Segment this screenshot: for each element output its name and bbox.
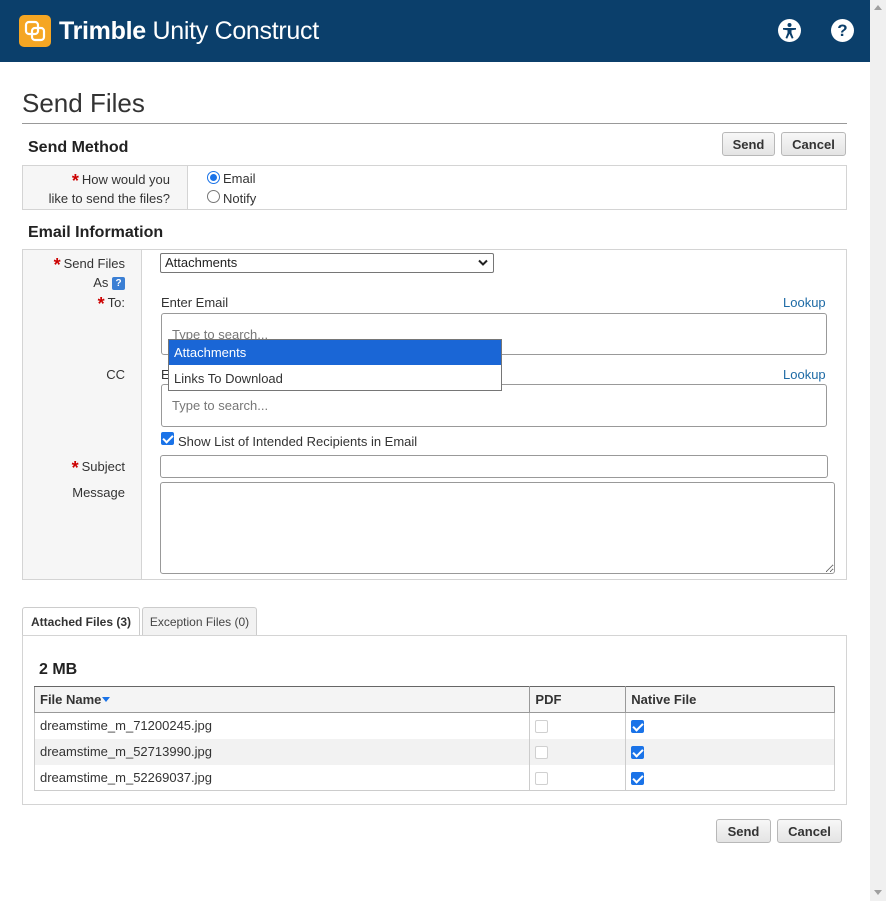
- file-name-cell: dreamstime_m_71200245.jpg: [33, 712, 531, 739]
- table-row: dreamstime_m_52269037.jpg: [33, 764, 835, 791]
- dropdown-option-attachments[interactable]: Attachments: [169, 340, 501, 365]
- show-recipients-checkbox[interactable]: [161, 432, 174, 445]
- info-help-icon[interactable]: ?: [112, 277, 125, 290]
- show-recipients-label[interactable]: Show List of Intended Recipients in Emai…: [178, 434, 417, 449]
- cancel-button-bottom[interactable]: Cancel: [777, 819, 842, 843]
- cancel-button-top[interactable]: Cancel: [781, 132, 846, 156]
- native-cell: [625, 738, 835, 765]
- to-label: * To:: [97, 294, 125, 314]
- message-textarea[interactable]: [160, 482, 835, 574]
- scroll-up-icon[interactable]: [874, 5, 882, 10]
- required-icon: *: [71, 458, 79, 478]
- send-button-top[interactable]: Send: [722, 132, 775, 156]
- column-header-file-name[interactable]: File Name: [33, 686, 531, 713]
- total-size: 2 MB: [39, 661, 78, 678]
- files-table: File Name PDF Native File dreamstime_m_7…: [33, 686, 835, 791]
- dropdown-option-links-to-download[interactable]: Links To Download: [169, 366, 501, 391]
- send-files-as-dropdown[interactable]: Attachments Links To Download: [168, 339, 502, 391]
- send-method-panel: * How would you like to send the files? Em…: [22, 165, 847, 210]
- native-cell: [625, 712, 835, 739]
- column-header-pdf: PDF: [529, 686, 627, 713]
- pdf-checkbox: [535, 746, 549, 760]
- title-divider: [22, 123, 847, 124]
- tab-exception-files[interactable]: Exception Files (0): [142, 607, 257, 635]
- send-files-as-label: * Send Files As ?: [53, 255, 125, 290]
- brand-title: Trimble Unity Construct: [59, 17, 319, 45]
- to-field-label: Enter Email: [161, 295, 229, 310]
- native-cell: [625, 764, 835, 791]
- send-files-as-value: Attachments: [165, 255, 238, 270]
- to-lookup-link[interactable]: Lookup: [783, 295, 826, 310]
- pdf-cell: [529, 738, 627, 765]
- table-row: dreamstime_m_71200245.jpg: [33, 712, 835, 739]
- pdf-checkbox: [535, 771, 549, 785]
- notify-radio[interactable]: [207, 190, 220, 203]
- vertical-scrollbar[interactable]: [870, 0, 886, 901]
- notify-radio-label[interactable]: Notify: [223, 191, 256, 206]
- scroll-down-icon[interactable]: [874, 890, 882, 895]
- send-button-bottom[interactable]: Send: [716, 819, 771, 843]
- required-icon: *: [53, 255, 61, 275]
- email-information-title: Email Information: [28, 224, 164, 241]
- required-icon: *: [97, 294, 105, 314]
- cc-label: CC: [106, 367, 125, 382]
- email-radio[interactable]: [207, 171, 220, 184]
- sort-desc-icon: [102, 697, 111, 702]
- pdf-cell: [529, 712, 627, 739]
- top-bar: Trimble Unity Construct ?: [0, 0, 870, 62]
- native-file-checkbox[interactable]: [631, 720, 645, 734]
- required-icon: *: [71, 171, 79, 191]
- help-icon[interactable]: ?: [831, 19, 854, 42]
- trimble-logo-icon: [19, 15, 51, 47]
- column-header-native-file: Native File: [625, 686, 835, 713]
- file-name-cell: dreamstime_m_52269037.jpg: [33, 764, 531, 791]
- send-method-title: Send Method: [28, 139, 129, 156]
- file-name-cell: dreamstime_m_52713990.jpg: [33, 738, 531, 765]
- tab-attached-files[interactable]: Attached Files (3): [22, 607, 140, 636]
- send-files-as-select[interactable]: Attachments: [160, 253, 494, 273]
- message-label: Message: [72, 485, 125, 500]
- table-row: dreamstime_m_52713990.jpg: [33, 738, 835, 765]
- pdf-checkbox: [535, 720, 549, 734]
- email-radio-label[interactable]: Email: [223, 171, 256, 186]
- native-file-checkbox[interactable]: [631, 746, 645, 760]
- page-title: Send Files: [22, 88, 145, 118]
- pdf-cell: [529, 764, 627, 791]
- subject-input[interactable]: [160, 455, 828, 478]
- send-method-question: * How would you like to send the files?: [48, 171, 170, 206]
- chevron-down-icon: [478, 259, 488, 266]
- accessibility-icon[interactable]: [778, 19, 801, 42]
- cc-lookup-link[interactable]: Lookup: [783, 367, 826, 382]
- native-file-checkbox[interactable]: [631, 771, 645, 785]
- subject-label: * Subject: [71, 458, 125, 478]
